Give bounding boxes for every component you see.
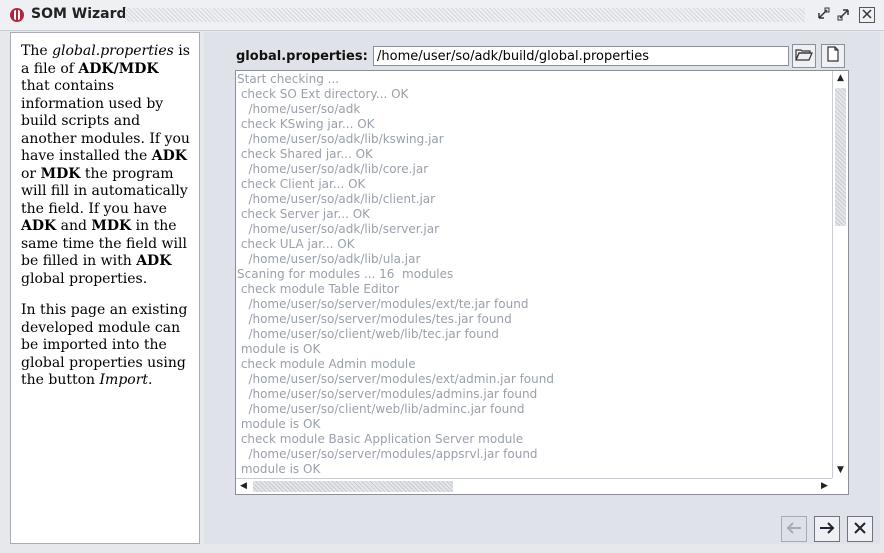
global-properties-path-input[interactable] [373, 46, 789, 66]
scroll-up-icon[interactable]: ▲ [833, 71, 848, 86]
paragraph1-segment: The [21, 43, 53, 59]
log-line: Scaning for modules ... 16 modules [237, 267, 454, 281]
log-output[interactable]: Start checking ... check SO Ext director… [235, 70, 849, 495]
arrow-left-icon [785, 519, 803, 540]
paragraph1-segment: ADK [151, 148, 187, 164]
log-lines: Start checking ... check SO Ext director… [236, 71, 832, 478]
paragraph1-segment: global properties. [21, 270, 148, 287]
browse-button[interactable] [792, 44, 816, 68]
close-window-icon[interactable] [859, 7, 875, 23]
maximize-icon[interactable] [836, 7, 852, 23]
paragraph1-segment: or [21, 165, 41, 182]
next-button[interactable] [814, 516, 840, 542]
horizontal-scroll-thumb[interactable] [253, 481, 453, 492]
horizontal-scrollbar[interactable]: ◀ ▶ [236, 478, 832, 494]
global-properties-label: global.properties: [236, 49, 368, 64]
window-title: SOM Wizard [31, 6, 127, 22]
scroll-left-icon[interactable]: ◀ [236, 479, 251, 494]
new-file-button[interactable] [821, 44, 845, 68]
log-line: /home/user/so/server/modules/appsrvl.jar… [237, 447, 538, 461]
paragraph1-segment: MDK [40, 165, 81, 182]
log-line: /home/user/so/server/modules/admins.jar … [237, 387, 538, 401]
vertical-scroll-thumb[interactable] [835, 88, 846, 226]
paragraph1-segment: MDK [91, 218, 132, 234]
back-button[interactable] [781, 516, 807, 542]
scroll-corner [832, 478, 848, 494]
close-icon [853, 519, 867, 540]
log-line: check KSwing jar... OK [237, 117, 375, 131]
paragraph1-segment: global.properties [52, 43, 174, 59]
help-paragraph-1: The global.properties is a file of ADK/M… [21, 43, 191, 288]
log-line: module is OK [237, 417, 321, 431]
log-line: /home/user/so/adk [237, 102, 361, 116]
paragraph1-segment: ADK [21, 218, 57, 234]
vertical-scrollbar[interactable]: ▲ ▼ [832, 71, 848, 478]
paragraph1-segment: and [56, 218, 92, 234]
log-line: /home/user/so/server/modules/ext/te.jar … [237, 297, 529, 311]
folder-open-icon [795, 47, 813, 65]
log-line: /home/user/so/client/web/lib/tec.jar fou… [237, 327, 499, 341]
help-text: The global.properties is a file of ADK/M… [21, 43, 191, 404]
log-line: module is OK [237, 462, 321, 476]
log-line: /home/user/so/adk/lib/kswing.jar [237, 132, 444, 146]
log-line: /home/user/so/adk/lib/core.jar [237, 162, 429, 176]
help-paragraph-2: In this page an existing developed modul… [21, 302, 191, 390]
log-line: /home/user/so/adk/lib/client.jar [237, 192, 436, 206]
log-line: check Server jar... OK [237, 207, 371, 221]
log-line: check module Table Editor [237, 282, 399, 296]
title-bar: SOM Wizard [0, 0, 884, 31]
log-line: check Shared jar... OK [237, 147, 373, 161]
paragraph2-segment: Import [99, 372, 149, 388]
log-line: /home/user/so/adk/lib/ula.jar [237, 252, 421, 266]
new-file-icon [826, 46, 840, 66]
log-line: check ULA jar... OK [237, 237, 355, 251]
title-bar-drag-area[interactable] [125, 8, 805, 22]
log-line: check module Basic Application Server mo… [237, 432, 524, 446]
arrow-right-icon [818, 519, 836, 540]
app-icon [10, 8, 24, 22]
paragraph1-segment: ADK [136, 253, 172, 269]
paragraph2-segment: . [148, 372, 153, 388]
log-line: /home/user/so/server/modules/ext/admin.j… [237, 372, 554, 386]
cancel-button[interactable] [847, 516, 873, 542]
log-line: /home/user/so/server/modules/tes.jar fou… [237, 312, 512, 326]
log-line: /home/user/so/client/web/lib/adminc.jar … [237, 402, 525, 416]
minimize-icon[interactable] [815, 7, 831, 23]
help-panel: The global.properties is a file of ADK/M… [10, 32, 200, 544]
scroll-down-icon[interactable]: ▼ [833, 463, 848, 478]
paragraph1-segment: ADK/MDK [78, 60, 159, 77]
log-line: /home/user/so/adk/lib/server.jar [237, 222, 440, 236]
log-line: module is OK [237, 342, 321, 356]
log-line: check module Admin module [237, 357, 416, 371]
log-line: check SO Ext directory... OK [237, 87, 409, 101]
log-line: check Client jar... OK [237, 177, 366, 191]
scroll-right-icon[interactable]: ▶ [817, 479, 832, 494]
log-line: Start checking ... [237, 72, 340, 86]
